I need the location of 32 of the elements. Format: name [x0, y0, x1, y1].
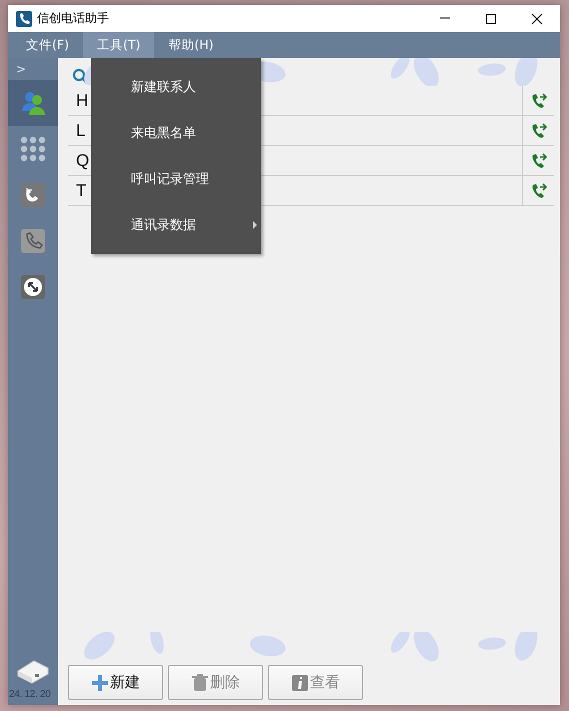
call-icon[interactable]	[530, 182, 546, 198]
menu-option[interactable]: 通讯录数据	[91, 202, 261, 248]
contact-name: T	[76, 181, 86, 200]
menu-item[interactable]: 文件(F)	[12, 32, 83, 58]
handset-icon	[19, 227, 47, 255]
dialpad-icon	[19, 135, 47, 163]
contact-name: H	[76, 91, 88, 110]
call-icon[interactable]	[530, 122, 546, 138]
menu-option[interactable]: 来电黑名单	[91, 110, 261, 156]
app-logo-icon	[16, 10, 32, 26]
window-title: 信创电话助手	[37, 10, 110, 27]
call-icon[interactable]	[530, 92, 546, 108]
trash-icon	[191, 674, 209, 692]
contact-name: Q	[76, 151, 90, 170]
close-icon	[531, 12, 543, 24]
menu-item[interactable]: 工具(T)	[82, 32, 154, 58]
phone-card-icon	[19, 181, 47, 209]
maximize-icon	[485, 12, 497, 24]
info-icon	[291, 674, 309, 692]
sidebar-item[interactable]	[8, 80, 58, 126]
expand-toggle[interactable]: >	[8, 58, 58, 80]
search-icon	[72, 68, 88, 84]
action-button[interactable]: 新建	[68, 665, 163, 700]
arrows-icon	[19, 273, 47, 301]
call-icon[interactable]	[530, 152, 546, 168]
menu-item[interactable]: 帮助(H)	[154, 32, 228, 58]
plus-icon	[91, 674, 109, 692]
menu-option[interactable]: 新建联系人	[91, 64, 261, 110]
people-icon	[19, 89, 47, 117]
date-label: 24. 12. 20	[8, 689, 52, 702]
contact-name: L	[76, 121, 86, 140]
menu-option[interactable]: 呼叫记录管理	[91, 156, 261, 202]
